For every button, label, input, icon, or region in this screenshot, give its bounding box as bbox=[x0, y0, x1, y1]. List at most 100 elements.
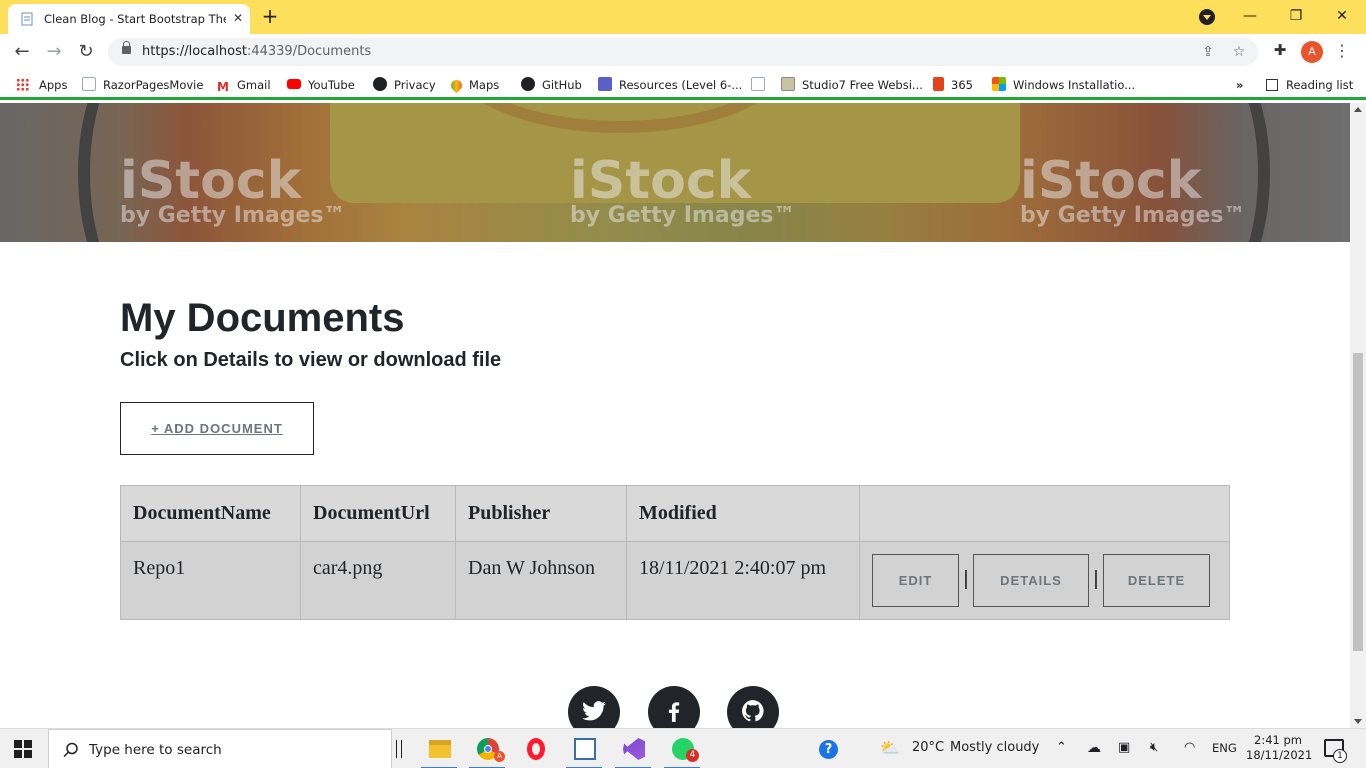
file-explorer-icon[interactable] bbox=[417, 729, 461, 768]
profile-avatar[interactable]: A bbox=[1301, 41, 1323, 63]
task-view-icon[interactable] bbox=[390, 729, 408, 768]
bookmarks-overflow-icon[interactable]: » bbox=[1236, 76, 1243, 94]
column-header-publisher: Publisher bbox=[455, 485, 627, 542]
tab-search-icon[interactable] bbox=[1199, 9, 1215, 25]
scroll-thumb[interactable] bbox=[1353, 353, 1363, 651]
page-icon bbox=[751, 77, 765, 91]
facebook-link[interactable] bbox=[648, 686, 700, 728]
bookmark-365[interactable]: 365 bbox=[933, 76, 973, 94]
chrome-menu-icon[interactable]: ⋮ bbox=[1332, 40, 1352, 62]
bookmark-youtube[interactable]: YouTube bbox=[287, 76, 355, 94]
office-icon bbox=[933, 77, 944, 91]
bookmark-resources[interactable]: Resources (Level 6-... bbox=[598, 76, 742, 94]
twitter-icon bbox=[582, 701, 606, 721]
windows-taskbar: Type here to search A 4 ? ⛅ 20°C Mostly … bbox=[0, 728, 1366, 768]
bookmarks-bar: Apps RazorPagesMovie M Gmail YouTube Priv… bbox=[0, 70, 1366, 100]
gmail-icon: M bbox=[216, 80, 230, 94]
github-icon bbox=[521, 77, 535, 91]
apps-grid-icon bbox=[16, 78, 29, 91]
show-hidden-icons-chevron-icon[interactable]: ⌃ bbox=[1056, 740, 1067, 755]
speaker-muted-icon[interactable]: 🔇︎ bbox=[1150, 740, 1158, 755]
table-header-row: DocumentName DocumentUrl Publisher Modif… bbox=[120, 485, 1230, 542]
windows-start-button[interactable] bbox=[14, 740, 32, 758]
details-button[interactable]: DETAILS bbox=[973, 554, 1089, 607]
bookmark-studio7[interactable]: Studio7 Free Websi... bbox=[781, 76, 923, 94]
opera-icon[interactable] bbox=[513, 729, 557, 768]
edit-button[interactable]: EDIT bbox=[872, 554, 959, 607]
whatsapp-icon[interactable]: 4 bbox=[660, 729, 704, 768]
cell-modified: 18/11/2021 2:40:07 pm bbox=[626, 541, 860, 620]
facebook-icon bbox=[668, 702, 680, 722]
column-header-documenturl: DocumentUrl bbox=[300, 485, 456, 542]
new-tab-button[interactable]: + bbox=[258, 4, 282, 28]
istock-watermark: iStock by Getty Images™ bbox=[1020, 151, 1246, 228]
lock-icon bbox=[122, 41, 131, 54]
share-icon[interactable]: ⇪ bbox=[1198, 42, 1218, 62]
help-icon[interactable]: ? bbox=[810, 729, 846, 768]
reading-list-button[interactable]: Reading list bbox=[1266, 76, 1353, 94]
forward-arrow-icon[interactable]: → bbox=[42, 40, 66, 64]
reload-icon[interactable]: ↻ bbox=[74, 40, 98, 64]
reading-list-icon bbox=[1266, 79, 1278, 91]
close-window-button[interactable]: ✕ bbox=[1319, 4, 1365, 28]
cell-document-name: Repo1 bbox=[120, 541, 301, 620]
taskbar-search-box[interactable]: Type here to search bbox=[48, 729, 392, 768]
header-banner-image: iStock by Getty Images™ iStock by Getty Im… bbox=[0, 103, 1350, 242]
restore-button[interactable]: ❐ bbox=[1273, 4, 1319, 28]
youtube-icon bbox=[287, 79, 301, 89]
github-icon bbox=[742, 700, 764, 722]
bookmark-privacy[interactable]: Privacy bbox=[373, 76, 436, 94]
notifications-count-badge: 1 bbox=[1333, 749, 1347, 763]
bookmark-star-icon[interactable]: ☆ bbox=[1229, 42, 1249, 62]
tab-close-icon[interactable]: ✕ bbox=[230, 10, 246, 26]
back-arrow-icon[interactable]: ← bbox=[10, 40, 34, 64]
column-header-actions bbox=[859, 485, 1230, 542]
bookmark-maps[interactable]: Maps bbox=[448, 76, 499, 94]
bookmark-github[interactable]: GitHub bbox=[521, 76, 582, 94]
page-viewport: iStock by Getty Images™ iStock by Getty Im… bbox=[0, 103, 1350, 728]
bookmark-gmail[interactable]: M Gmail bbox=[216, 76, 271, 94]
url-text: https://localhost:44339/Documents bbox=[142, 44, 372, 59]
whatsapp-badge: 4 bbox=[686, 749, 699, 762]
scroll-down-arrow-icon[interactable] bbox=[1354, 719, 1362, 724]
taskbar-clock[interactable]: 2:41 pm 18/11/2021 bbox=[1246, 733, 1313, 763]
remote-desktop-icon[interactable] bbox=[562, 729, 606, 768]
globe-icon bbox=[373, 77, 387, 91]
cell-publisher: Dan W Johnson bbox=[455, 541, 627, 620]
bookmark-razorpagesmovie[interactable]: RazorPagesMovie bbox=[82, 76, 203, 94]
column-header-documentname: DocumentName bbox=[120, 485, 301, 542]
extensions-puzzle-icon[interactable]: ✚ bbox=[1270, 40, 1290, 60]
scroll-up-arrow-icon[interactable] bbox=[1354, 107, 1362, 112]
taskbar-search-placeholder: Type here to search bbox=[89, 742, 222, 758]
bookmark-untitled[interactable] bbox=[751, 76, 772, 94]
chrome-icon[interactable]: A bbox=[465, 729, 509, 768]
table-row: Repo1 car4.png Dan W Johnson 18/11/2021 … bbox=[120, 541, 1230, 620]
bookmark-windows-installation[interactable]: Windows Installatio... bbox=[992, 76, 1135, 94]
istock-watermark: iStock by Getty Images™ bbox=[120, 151, 346, 228]
device-icon[interactable]: ▣ bbox=[1118, 740, 1130, 755]
tab-title: Clean Blog - Start Bootstrap Theme bbox=[44, 12, 226, 26]
address-bar[interactable]: https://localhost:44339/Documents ⇪ ☆ bbox=[108, 38, 1258, 66]
visual-studio-icon[interactable] bbox=[611, 729, 655, 768]
github-link[interactable] bbox=[727, 686, 779, 728]
browser-toolbar: ← → ↻ https://localhost:44339/Documents … bbox=[0, 34, 1366, 70]
minimize-button[interactable]: — bbox=[1227, 4, 1273, 28]
page-scrollbar[interactable] bbox=[1350, 103, 1366, 728]
search-icon bbox=[63, 742, 78, 758]
clock-time: 2:41 pm bbox=[1254, 733, 1302, 747]
add-document-button[interactable]: + ADD DOCUMENT bbox=[120, 402, 314, 455]
action-separator: | bbox=[963, 568, 969, 590]
clock-date: 18/11/2021 bbox=[1246, 748, 1313, 762]
studio7-icon bbox=[781, 77, 795, 91]
bookmark-apps[interactable]: Apps bbox=[16, 76, 67, 94]
weather-temperature[interactable]: 20°C bbox=[912, 740, 944, 755]
documents-table: DocumentName DocumentUrl Publisher Modif… bbox=[120, 485, 1230, 620]
delete-button[interactable]: DELETE bbox=[1103, 554, 1210, 607]
wifi-icon[interactable]: ◠ bbox=[1184, 740, 1195, 755]
browser-tab[interactable]: Clean Blog - Start Bootstrap Theme ✕ bbox=[8, 4, 250, 34]
document-favicon-icon bbox=[21, 12, 33, 26]
language-indicator[interactable]: ENG bbox=[1212, 741, 1237, 755]
weather-condition[interactable]: Mostly cloudy bbox=[950, 740, 1039, 755]
onedrive-cloud-icon[interactable]: ☁ bbox=[1087, 740, 1101, 756]
twitter-link[interactable] bbox=[568, 686, 620, 728]
